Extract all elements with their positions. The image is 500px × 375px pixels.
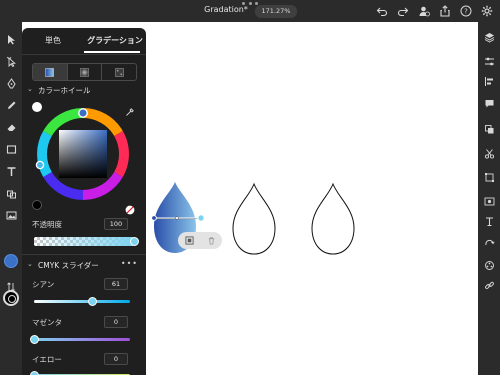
yellow-slider-handle[interactable] bbox=[29, 371, 39, 375]
pen-tool-icon[interactable] bbox=[4, 76, 18, 90]
layers-icon[interactable] bbox=[482, 30, 496, 44]
arrange-icon[interactable] bbox=[482, 122, 496, 136]
transform-icon[interactable] bbox=[482, 170, 496, 184]
radial-gradient-icon bbox=[80, 67, 89, 77]
right-toolbar bbox=[478, 22, 500, 375]
tab-solid-color[interactable]: 単色 bbox=[22, 28, 84, 54]
direct-selection-tool-icon[interactable] bbox=[4, 54, 18, 68]
eraser-tool-icon[interactable] bbox=[4, 120, 18, 134]
document-title[interactable]: Gradation* bbox=[190, 5, 262, 14]
active-tab-indicator bbox=[84, 51, 140, 53]
delete-stop-trash-icon[interactable] bbox=[206, 236, 216, 246]
freeform-gradient-button[interactable] bbox=[102, 64, 136, 80]
gradient-type-selector bbox=[32, 63, 137, 81]
opacity-label: 不透明度 bbox=[32, 220, 62, 229]
opacity-slider[interactable] bbox=[34, 237, 134, 246]
cyan-slider-handle[interactable] bbox=[88, 297, 98, 306]
type-properties-icon[interactable] bbox=[482, 214, 496, 228]
type-tool-icon[interactable] bbox=[4, 164, 18, 178]
share-icon[interactable] bbox=[438, 4, 452, 18]
swap-fill-stroke-icon[interactable] bbox=[6, 277, 16, 292]
settings-gear-icon[interactable] bbox=[480, 4, 494, 18]
align-icon[interactable] bbox=[482, 74, 496, 88]
magenta-slider-handle[interactable] bbox=[29, 335, 39, 344]
more-options-icon[interactable]: ••• bbox=[121, 259, 138, 268]
black-swatch[interactable] bbox=[32, 200, 42, 210]
undo-icon[interactable] bbox=[375, 4, 389, 18]
help-icon[interactable]: ? bbox=[459, 4, 473, 18]
linear-gradient-icon bbox=[45, 67, 55, 77]
selection-tool-icon[interactable] bbox=[4, 32, 18, 46]
cmyk-section-header[interactable]: ⌄ CMYK スライダー ••• bbox=[22, 259, 146, 274]
redo-icon[interactable] bbox=[396, 4, 410, 18]
repeat-icon[interactable] bbox=[482, 236, 496, 250]
image-trace-icon[interactable] bbox=[482, 194, 496, 208]
hue-handle[interactable] bbox=[78, 108, 88, 118]
cyan-field[interactable]: 61 bbox=[104, 278, 128, 290]
saturation-handle[interactable] bbox=[35, 160, 45, 170]
radial-gradient-button[interactable] bbox=[68, 64, 103, 80]
yellow-label: イエロー bbox=[32, 355, 62, 364]
opacity-field[interactable]: 100 bbox=[104, 218, 128, 230]
color-panel: 単色 グラデーション ⌄ カラーホイール 不透明度 100 ⌄ CMYK スライ… bbox=[22, 28, 146, 375]
no-color-swatch[interactable] bbox=[125, 200, 135, 215]
pencil-tool-icon[interactable] bbox=[4, 98, 18, 112]
libraries-icon[interactable] bbox=[482, 258, 496, 272]
chevron-down-icon: ⌄ bbox=[27, 85, 33, 93]
gradient-stop-end[interactable] bbox=[197, 214, 205, 222]
stop-color-picker-icon[interactable] bbox=[184, 236, 194, 246]
gradient-stop-start[interactable] bbox=[151, 215, 157, 221]
opacity-slider-handle[interactable] bbox=[129, 237, 139, 246]
svg-text:?: ? bbox=[464, 8, 468, 16]
droplet-outline-3[interactable] bbox=[311, 182, 355, 255]
droplet-outline-2[interactable] bbox=[232, 182, 276, 255]
chevron-down-icon: ⌄ bbox=[27, 260, 33, 268]
cyan-label: シアン bbox=[32, 280, 55, 289]
image-place-tool-icon[interactable] bbox=[4, 208, 18, 222]
color-wheel-section-header[interactable]: ⌄ カラーホイール bbox=[22, 85, 146, 99]
freeform-gradient-icon bbox=[114, 67, 124, 77]
fill-color-swatch[interactable] bbox=[4, 254, 18, 268]
magenta-field[interactable]: 0 bbox=[104, 316, 128, 328]
gradient-midpoint[interactable] bbox=[175, 216, 179, 220]
linear-gradient-button[interactable] bbox=[33, 64, 68, 80]
shape-builder-tool-icon[interactable] bbox=[4, 186, 18, 200]
gradient-stop-actions bbox=[178, 232, 222, 249]
top-bar: Gradation* 171.27% ? bbox=[0, 0, 500, 22]
comments-icon[interactable] bbox=[482, 96, 496, 110]
rectangle-tool-icon[interactable] bbox=[4, 142, 18, 156]
invite-user-icon[interactable] bbox=[417, 4, 431, 18]
cyan-slider[interactable] bbox=[34, 300, 130, 303]
color-wheel[interactable] bbox=[33, 104, 133, 204]
cut-icon[interactable] bbox=[482, 146, 496, 160]
left-toolbar bbox=[0, 22, 22, 375]
magenta-slider[interactable] bbox=[34, 338, 130, 341]
artboard[interactable] bbox=[146, 22, 478, 375]
stroke-color-swatch[interactable] bbox=[3, 290, 19, 306]
zoom-level[interactable]: 171.27% bbox=[255, 5, 297, 18]
magenta-label: マゼンタ bbox=[32, 318, 62, 327]
properties-sliders-icon[interactable] bbox=[482, 54, 496, 68]
saturation-brightness-square[interactable] bbox=[59, 130, 107, 178]
yellow-field[interactable]: 0 bbox=[104, 353, 128, 365]
opacity-slider-fill bbox=[34, 237, 134, 246]
link-icon[interactable] bbox=[482, 278, 496, 292]
